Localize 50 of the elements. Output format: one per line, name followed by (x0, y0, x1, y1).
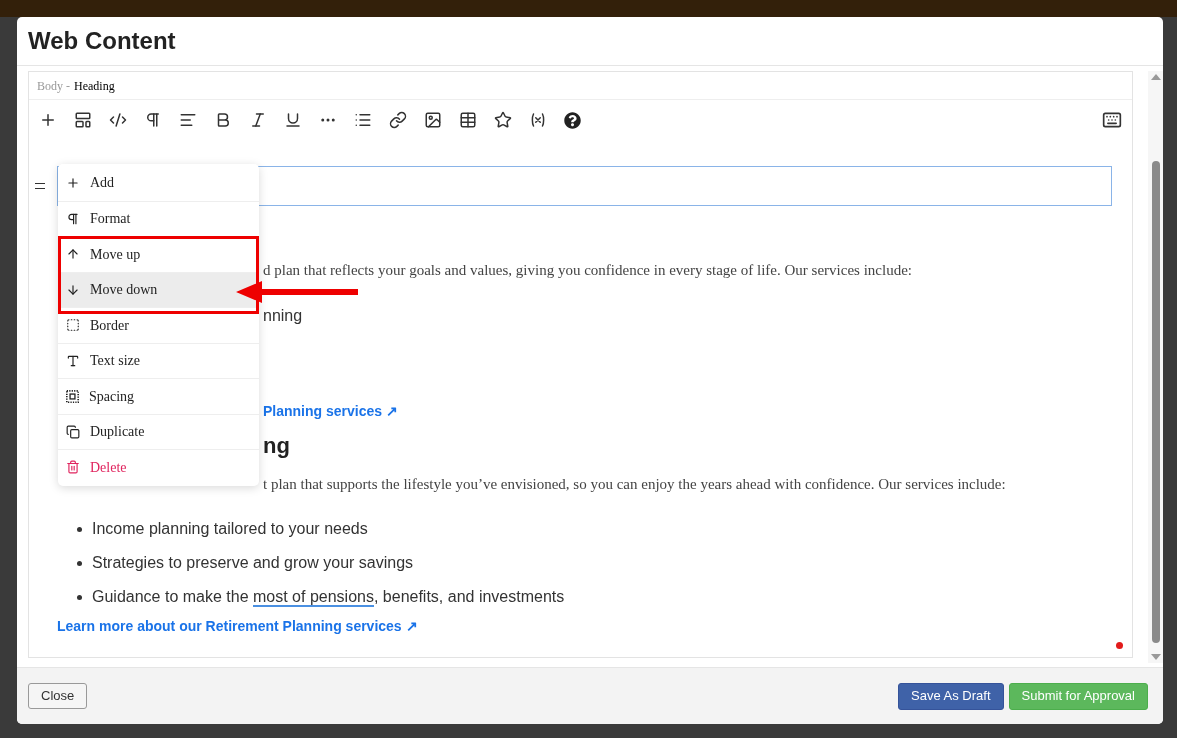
list-icon[interactable] (354, 111, 372, 129)
link[interactable]: Learn more about our Retirement Planning services ↗ (57, 618, 418, 634)
save-draft-button[interactable]: Save As Draft (898, 682, 1004, 710)
code-icon[interactable] (109, 111, 127, 129)
close-button[interactable]: Close (28, 683, 88, 709)
align-left-icon[interactable] (179, 111, 197, 129)
border-icon (66, 318, 80, 333)
italic-icon[interactable] (249, 111, 267, 129)
layout-icon[interactable] (74, 111, 92, 129)
menu-item[interactable]: Move down (58, 271, 259, 307)
list-item-text: Strategies to preserve and grow your savings (92, 553, 414, 573)
drag-handle-icon[interactable] (35, 183, 45, 189)
paragraph-icon[interactable] (144, 111, 162, 129)
menu-item[interactable]: Spacing (58, 378, 259, 414)
list-item-text: nning (263, 306, 304, 326)
bullet-icon (77, 594, 82, 600)
paragraph: t plan that supports the lifestyle you’ve envisioned, so you can enjoy the years ahead with confidence. Our services include: (263, 475, 1007, 494)
menu-item[interactable]: Add (58, 165, 259, 201)
keyboard-icon[interactable] (1102, 110, 1122, 130)
trash-icon (66, 460, 80, 475)
section-heading: ng (263, 432, 291, 460)
scroll-down-icon[interactable] (1150, 653, 1161, 661)
menu-item[interactable]: Delete (58, 449, 259, 485)
bullet-icon (77, 560, 82, 566)
variable-icon[interactable] (529, 111, 547, 129)
underline-icon[interactable] (284, 111, 302, 129)
menu-item[interactable]: Format (58, 200, 259, 236)
paragraph-icon (66, 211, 80, 226)
image-icon[interactable] (424, 111, 442, 129)
menu-item[interactable]: Text size (58, 342, 259, 378)
star-icon[interactable] (494, 111, 512, 129)
menu-item[interactable]: Duplicate (58, 413, 259, 449)
menu-item[interactable]: Border (58, 307, 259, 343)
text-size-icon (66, 353, 80, 368)
list-item-text: Guidance to make the most of pensions, benefits, and investments (92, 587, 565, 607)
help-icon[interactable] (564, 111, 581, 129)
spacing-icon (66, 389, 79, 403)
plus-icon[interactable] (39, 111, 57, 129)
plus-icon (66, 175, 80, 190)
bullet-icon (77, 526, 82, 532)
breadcrumb-item[interactable]: Heading (74, 76, 115, 95)
link[interactable]: Planning services ↗ (263, 403, 398, 419)
table-icon[interactable] (459, 111, 477, 129)
scroll-up-icon[interactable] (1150, 73, 1161, 81)
list-item-text: Income planning tailored to your needs (92, 519, 368, 539)
dialog-title: Web Content (28, 26, 176, 56)
paragraph: d plan that reflects your goals and values, giving you confidence in every stage of life. Our services include: (263, 261, 913, 280)
link-icon[interactable] (389, 111, 407, 129)
copy-icon (66, 424, 80, 439)
scrollbar-thumb[interactable] (1151, 161, 1160, 643)
